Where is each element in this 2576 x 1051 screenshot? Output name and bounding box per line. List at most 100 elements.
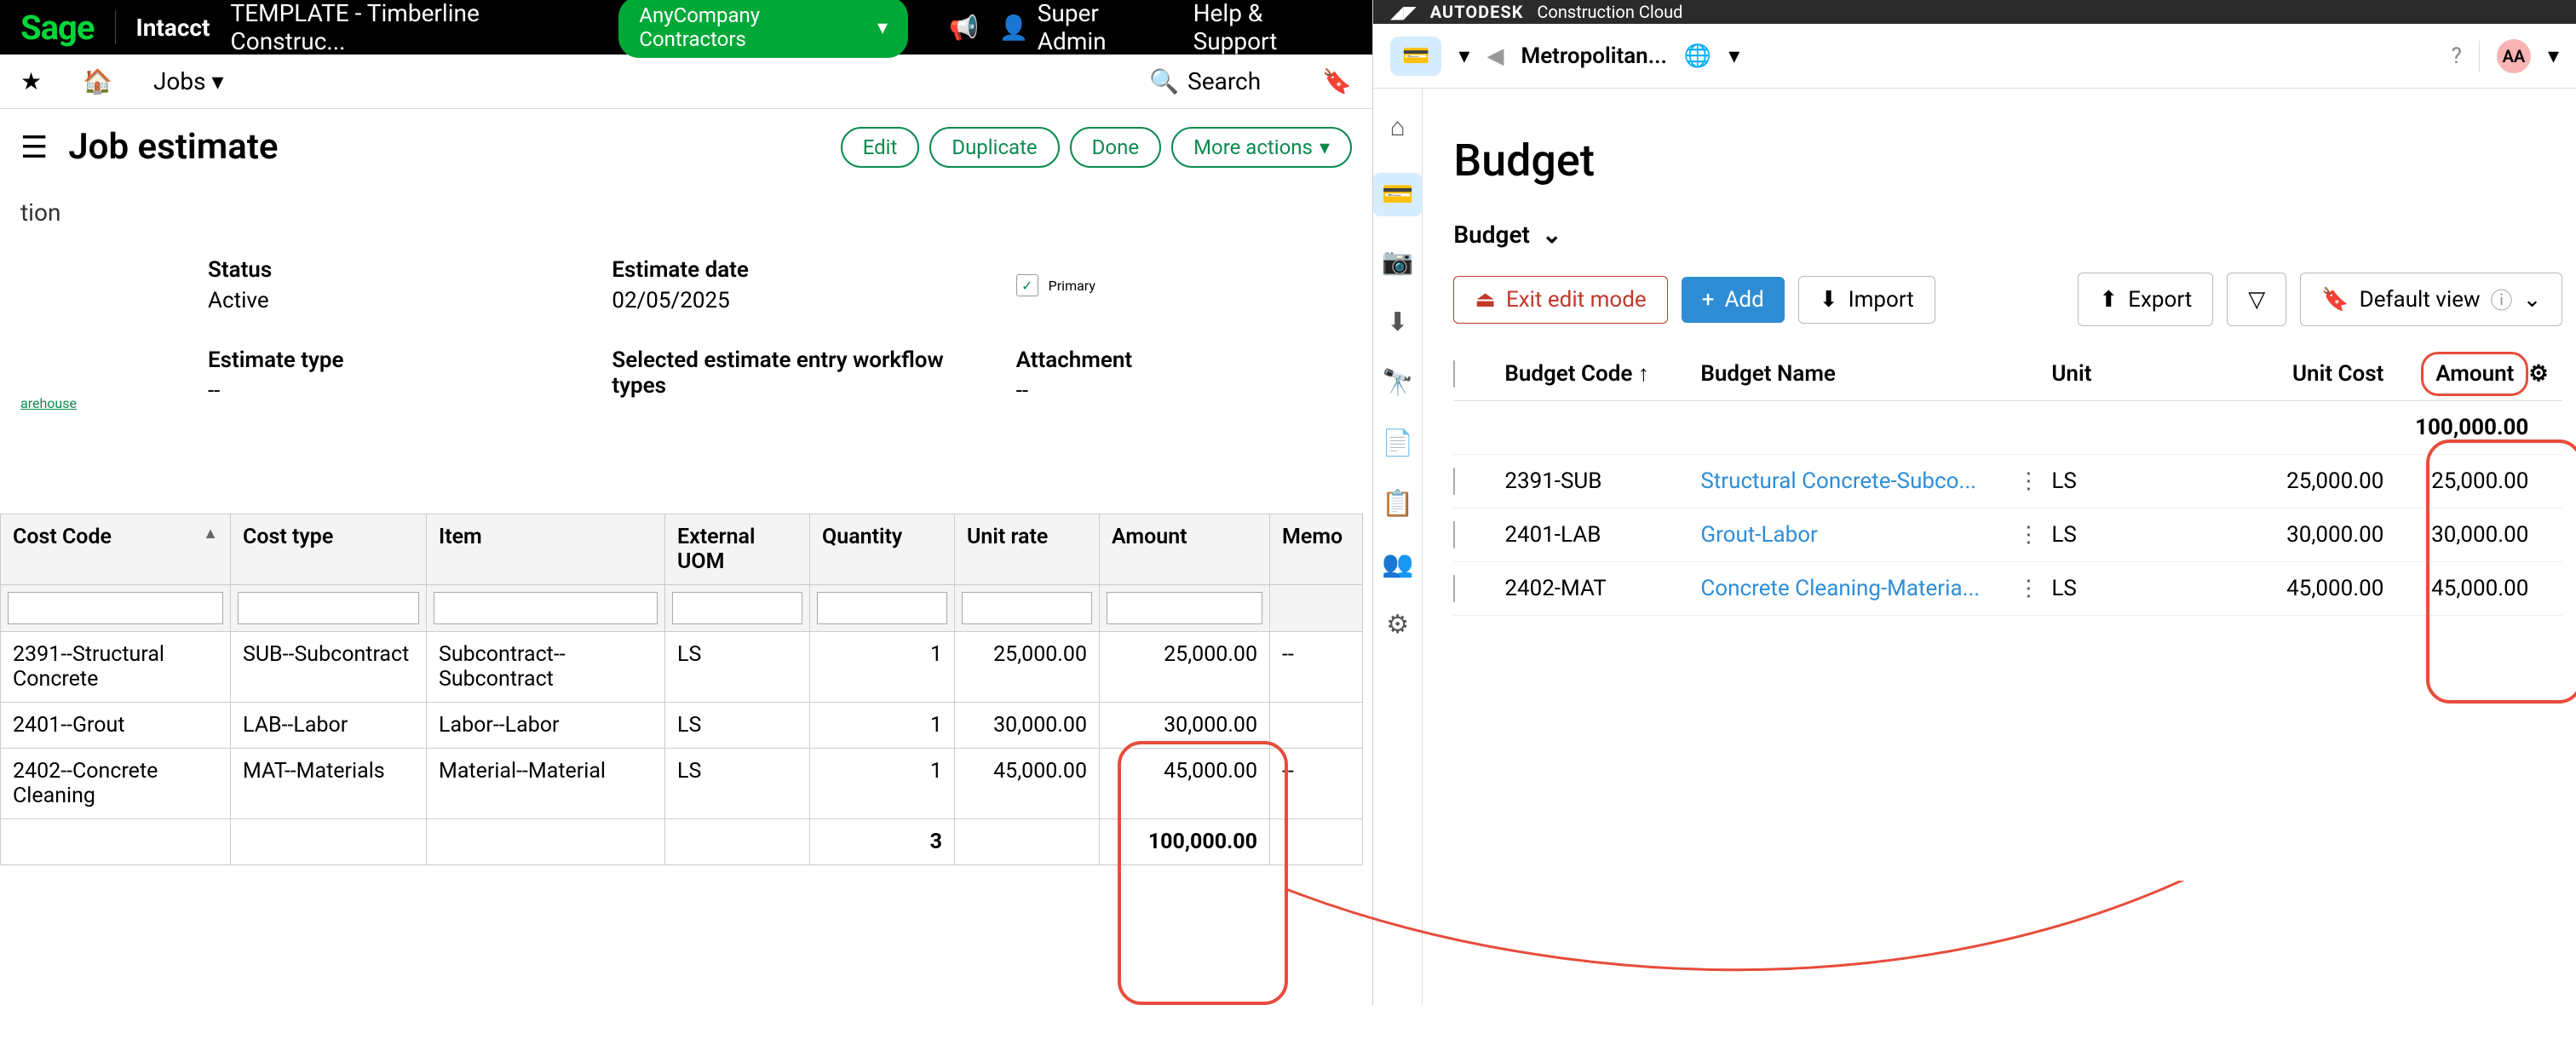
col-rate[interactable]: Unit rate [954, 514, 1099, 585]
camera-icon[interactable]: 📷 [1382, 247, 1413, 277]
nav-jobs[interactable]: Jobs ▾ [153, 67, 224, 95]
budget-table: Budget Code ↑ Budget Name Unit Unit Cost… [1453, 347, 2562, 616]
table-row[interactable]: 2391--Structural ConcreteSUB--Subcontrac… [0, 632, 1352, 703]
cost-table: Cost Code▲ Cost type Item External UOM Q… [0, 514, 1352, 865]
info-icon: ⓘ [2491, 284, 2513, 315]
row-menu-icon[interactable]: ⋮ [2017, 522, 2051, 548]
col-amount[interactable]: Amount [2421, 352, 2528, 396]
row-menu-icon[interactable]: ⋮ [2017, 576, 2051, 601]
date-value: 02/05/2025 [612, 288, 947, 313]
status-value: Active [208, 288, 543, 313]
star-icon[interactable]: ★ [20, 67, 42, 95]
col-amount[interactable]: Amount [1099, 514, 1269, 585]
divider [115, 10, 116, 44]
etype-value: -- [208, 378, 543, 404]
table-row[interactable]: 2402-MAT Concrete Cleaning-Materia... ⋮ … [1453, 562, 2562, 616]
people-icon[interactable]: 👥 [1382, 549, 1413, 579]
file-icon[interactable]: 📄 [1382, 428, 1413, 458]
col-budget-code[interactable]: Budget Code ↑ [1504, 360, 1700, 387]
autodesk-logo-icon: ◢◤ [1390, 2, 1417, 22]
row-checkbox[interactable] [1453, 521, 1455, 548]
module-icon[interactable]: 💳 [1390, 37, 1441, 76]
list-icon[interactable]: ☰ [20, 129, 48, 165]
table-row[interactable]: 2402--Concrete CleaningMAT--MaterialsMat… [0, 749, 1352, 819]
col-cost-type[interactable]: Cost type [230, 514, 426, 585]
filter-item[interactable] [434, 592, 658, 624]
duplicate-button[interactable]: Duplicate [929, 127, 1059, 168]
select-all-checkbox[interactable] [1453, 360, 1455, 388]
download-icon[interactable]: ⬇ [1387, 307, 1408, 337]
col-memo[interactable]: Memo [1269, 514, 1363, 585]
budget-name-link[interactable]: Concrete Cleaning-Materia... [1700, 576, 2017, 601]
section-suffix: tion [20, 185, 1352, 240]
entity-pill[interactable]: AnyCompany Contractors▾ [618, 0, 908, 58]
filter-qty[interactable] [817, 592, 947, 624]
sort-icon: ▲ [203, 525, 218, 543]
plus-icon: + [1702, 287, 1715, 313]
announce-icon[interactable]: 📢 [949, 14, 979, 42]
home-icon[interactable]: 🏠 [83, 67, 112, 95]
search-box[interactable]: 🔍Search [1149, 67, 1261, 95]
gear-icon[interactable]: ⚙ [1386, 610, 1409, 640]
filter-rate[interactable] [962, 592, 1092, 624]
avatar[interactable]: AA [2497, 39, 2531, 73]
back-icon[interactable]: ◀ [1486, 43, 1504, 69]
user-menu[interactable]: 👤Super Admin [999, 0, 1173, 55]
filter-cost-type[interactable] [238, 592, 419, 624]
col-unit-cost[interactable]: Unit Cost [2171, 361, 2383, 387]
budget-name-link[interactable]: Grout-Labor [1700, 522, 2017, 548]
globe-icon[interactable]: 🌐 [1684, 43, 1711, 69]
help-link[interactable]: Help & Support [1193, 0, 1352, 55]
add-button[interactable]: +Add [1682, 277, 1785, 323]
chevron-down-icon: ▾ [212, 67, 224, 95]
chevron-down-icon: ⌄ [1542, 221, 1561, 249]
bookmark-icon[interactable]: 🔖 [1322, 67, 1352, 95]
total-row: 100,000.00 [1453, 401, 2562, 455]
etype-label: Estimate type [208, 347, 543, 373]
col-qty[interactable]: Quantity [809, 514, 954, 585]
export-button[interactable]: ⬆Export [2078, 273, 2213, 326]
row-menu-icon[interactable]: ⋮ [2017, 468, 2051, 494]
col-item[interactable]: Item [426, 514, 664, 585]
table-row[interactable]: 2401-LAB Grout-Labor ⋮ LS 30,000.00 30,0… [1453, 508, 2562, 562]
attach-value: -- [1016, 378, 1352, 404]
primary-checkbox[interactable]: ✓Primary [1016, 257, 1352, 313]
filter-button[interactable]: ▽ [2227, 273, 2286, 326]
row-checkbox[interactable] [1453, 468, 1455, 495]
chevron-down-icon[interactable]: ▾ [1728, 43, 1739, 69]
done-button[interactable]: Done [1070, 127, 1161, 168]
import-icon: ⬇ [1820, 287, 1838, 313]
help-icon[interactable]: ? [2452, 43, 2462, 69]
clipboard-icon[interactable]: 📋 [1382, 489, 1413, 519]
breadcrumb[interactable]: Budget⌄ [1453, 221, 2562, 249]
exit-edit-button[interactable]: ⏏Exit edit mode [1453, 276, 1667, 324]
col-budget-name[interactable]: Budget Name [1700, 361, 2017, 387]
home-icon[interactable]: ⌂ [1390, 112, 1406, 142]
more-actions-button[interactable]: More actions▾ [1171, 127, 1352, 168]
product-name: Intacct [136, 14, 210, 42]
bookmark-icon: 🔖 [2321, 287, 2349, 313]
sage-logo: Sage [20, 8, 95, 48]
filter-uom[interactable] [672, 592, 802, 624]
project-name[interactable]: Metropolitan... [1521, 43, 1666, 69]
col-uom[interactable]: External UOM [664, 514, 809, 585]
budget-icon[interactable]: 💳 [1373, 173, 1422, 216]
row-checkbox[interactable] [1453, 575, 1455, 602]
filter-icon: ▽ [2248, 287, 2265, 313]
table-row[interactable]: 2391-SUB Structural Concrete-Subco... ⋮ … [1453, 455, 2562, 508]
filter-cost-code[interactable] [8, 592, 223, 624]
binoculars-icon[interactable]: 🔭 [1382, 368, 1413, 398]
page-title: Job estimate [68, 126, 278, 168]
budget-name-link[interactable]: Structural Concrete-Subco... [1700, 468, 2017, 494]
table-row[interactable]: 2401--GroutLAB--LaborLabor--LaborLS130,0… [0, 703, 1352, 749]
chevron-down-icon[interactable]: ▾ [2548, 43, 2559, 69]
filter-amount[interactable] [1107, 592, 1262, 624]
col-unit[interactable]: Unit [2051, 361, 2171, 387]
col-cost-code[interactable]: Cost Code▲ [0, 514, 230, 585]
edit-button[interactable]: Edit [841, 127, 920, 168]
view-button[interactable]: 🔖Default viewⓘ⌄ [2300, 273, 2562, 326]
chevron-down-icon[interactable]: ▾ [1458, 43, 1469, 69]
import-button[interactable]: ⬇Import [1798, 276, 1935, 324]
gear-icon[interactable]: ⚙ [2528, 361, 2562, 387]
brand-b: AUTODESK [1430, 2, 1524, 22]
